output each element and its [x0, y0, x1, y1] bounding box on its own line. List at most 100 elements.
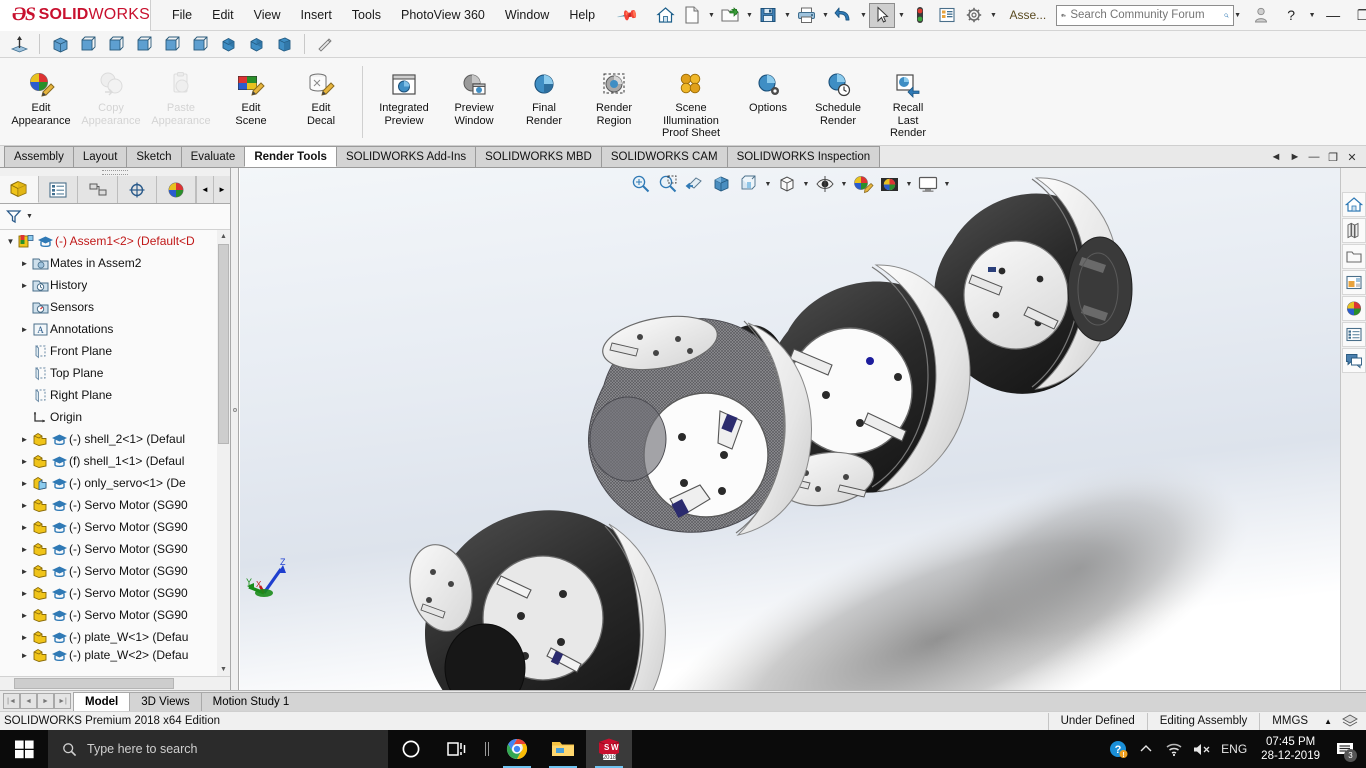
wifi-icon[interactable]	[1161, 730, 1187, 768]
restore-button[interactable]: ❐	[1349, 2, 1366, 28]
schedule-render-button[interactable]: Schedule Render	[803, 66, 873, 127]
home-button[interactable]	[652, 3, 678, 28]
save-caret-icon[interactable]: ▼	[782, 12, 792, 19]
feature-tree-tab[interactable]	[0, 176, 40, 203]
tab-solidworks-cam[interactable]: SOLIDWORKS CAM	[600, 146, 728, 167]
show-hidden-icons-chevron-icon[interactable]	[1133, 730, 1159, 768]
rebuild-button[interactable]	[907, 3, 933, 28]
splitter-grip-icon[interactable]	[233, 408, 237, 412]
menu-item-file[interactable]: File	[162, 4, 202, 26]
tree-item-only-servo[interactable]: ► (-) only_servo<1> (De	[0, 472, 230, 494]
tree-item-servo-motor-3[interactable]: ► (-) Servo Motor (SG90	[0, 538, 230, 560]
tab-evaluate[interactable]: Evaluate	[180, 146, 246, 167]
home-task-button[interactable]	[1341, 192, 1366, 217]
zoom-to-fit-button[interactable]	[628, 172, 654, 196]
file-explorer-taskbar-button[interactable]	[540, 730, 586, 768]
panel-drag-handle[interactable]	[0, 168, 230, 176]
pushpin-icon[interactable]: 📌	[616, 3, 639, 27]
search-input[interactable]	[1070, 9, 1225, 21]
solidworks-taskbar-button[interactable]: S W 2018	[586, 730, 632, 768]
tab-previous-button[interactable]: ◄	[20, 693, 37, 709]
tab-layout[interactable]: Layout	[72, 146, 128, 167]
tab-scroll-left-button[interactable]: ◄	[196, 176, 214, 203]
minimize-button[interactable]: —	[1319, 2, 1347, 28]
view-settings-caret-icon[interactable]: ▼	[839, 181, 849, 188]
print-button[interactable]	[793, 3, 819, 28]
shaded-cube-2-button[interactable]	[243, 32, 269, 56]
menu-item-tools[interactable]: Tools	[342, 4, 391, 26]
appearances-button[interactable]	[850, 172, 876, 196]
render-region-button[interactable]: Render Region	[579, 66, 649, 127]
shaded-cube-1-button[interactable]	[215, 32, 241, 56]
display-manager-tab[interactable]	[156, 176, 197, 203]
tree-expander-icon[interactable]: ►	[18, 567, 31, 576]
display-viewport-button[interactable]	[915, 172, 941, 196]
select-caret-icon[interactable]: ▼	[896, 12, 906, 19]
file-explorer-button[interactable]	[1341, 244, 1366, 269]
design-library-button[interactable]	[1341, 218, 1366, 243]
tree-item-right-plane[interactable]: Right Plane	[0, 384, 230, 406]
doc-close-button[interactable]: ✕	[1344, 149, 1360, 165]
speaker-muted-icon[interactable]	[1189, 730, 1215, 768]
open-document-button[interactable]	[717, 3, 743, 28]
doc-prev-button[interactable]: ◄	[1268, 149, 1284, 165]
hide-show-items-button[interactable]	[774, 172, 800, 196]
doc-restore-button[interactable]: ❐	[1325, 149, 1341, 165]
view-orientation-4-button[interactable]	[131, 32, 157, 56]
layers-icon[interactable]	[1342, 714, 1366, 728]
view-palette-button[interactable]	[1341, 270, 1366, 295]
tree-expander-icon[interactable]: ►	[18, 325, 31, 334]
tab-model[interactable]: Model	[73, 691, 131, 711]
appearances-scenes-button[interactable]	[1341, 296, 1366, 321]
assembly-3d-model[interactable]	[240, 168, 1340, 690]
tree-item-front-plane[interactable]: Front Plane	[0, 340, 230, 362]
tab-assembly[interactable]: Assembly	[4, 146, 74, 167]
tab-first-button[interactable]: |◄	[3, 693, 20, 709]
search-caret-icon[interactable]: ▼	[1234, 12, 1241, 19]
tree-item-servo-motor-1[interactable]: ► (-) Servo Motor (SG90	[0, 494, 230, 516]
menu-item-window[interactable]: Window	[495, 4, 559, 26]
zoom-to-area-button[interactable]	[655, 172, 681, 196]
tree-expander-icon[interactable]: ►	[18, 589, 31, 598]
view-settings-button[interactable]	[812, 172, 838, 196]
tree-item-assem1[interactable]: ▼ (-) Assem1<2> (Default<D	[0, 230, 230, 252]
feature-tree-scrollbar[interactable]: ▲ ▼	[217, 230, 230, 676]
start-button[interactable]	[0, 730, 48, 768]
paste-appearance-button[interactable]: Paste Appearance	[146, 66, 216, 127]
custom-properties-button[interactable]	[1341, 322, 1366, 347]
tab-motion-study-1[interactable]: Motion Study 1	[200, 691, 302, 711]
tree-item-plate-w-1[interactable]: ► (-) plate_W<1> (Defau	[0, 626, 230, 648]
tree-expander-icon[interactable]: ►	[18, 281, 31, 290]
tree-item-servo-motor-2[interactable]: ► (-) Servo Motor (SG90	[0, 516, 230, 538]
tree-expander-icon[interactable]: ►	[18, 435, 31, 444]
tree-expander-icon[interactable]: ►	[18, 259, 31, 268]
zoom-tool-button[interactable]	[312, 32, 338, 56]
task-view-button[interactable]	[434, 730, 480, 768]
help-question-icon[interactable]: ? !	[1105, 730, 1131, 768]
tree-item-top-plane[interactable]: Top Plane	[0, 362, 230, 384]
section-view-button[interactable]	[682, 172, 708, 196]
user-account-button[interactable]	[1247, 2, 1275, 28]
cortana-button[interactable]	[388, 730, 434, 768]
doc-next-button[interactable]: ►	[1287, 149, 1303, 165]
tree-item-servo-motor-4[interactable]: ► (-) Servo Motor (SG90	[0, 560, 230, 582]
hide-show-caret-icon[interactable]: ▼	[801, 181, 811, 188]
scroll-down-icon[interactable]: ▼	[218, 663, 229, 676]
taskbar-clock[interactable]: 07:45 PM 28-12-2019	[1253, 735, 1328, 763]
view-orientation-2-button[interactable]	[75, 32, 101, 56]
undo-caret-icon[interactable]: ▼	[858, 12, 868, 19]
chrome-taskbar-button[interactable]	[494, 730, 540, 768]
preview-window-button[interactable]: Preview Window	[439, 66, 509, 127]
shaded-cube-3-button[interactable]	[271, 32, 297, 56]
tree-item-annotations[interactable]: ► A Annotations	[0, 318, 230, 340]
tree-expander-icon[interactable]: ►	[18, 611, 31, 620]
scene-button[interactable]	[877, 172, 903, 196]
solidworks-forum-button[interactable]	[1341, 348, 1366, 373]
feature-tree-scroll-thumb[interactable]	[218, 244, 229, 444]
graphics-viewport[interactable]: ▼ ▼ ▼ ▼ ▼ Z Y X	[240, 168, 1340, 690]
menu-item-photoview-360[interactable]: PhotoView 360	[391, 4, 495, 26]
language-indicator[interactable]: ENG	[1217, 730, 1251, 768]
display-style-button[interactable]	[736, 172, 762, 196]
tree-expander-icon[interactable]: ►	[18, 501, 31, 510]
tab-3d-views[interactable]: 3D Views	[129, 691, 202, 711]
